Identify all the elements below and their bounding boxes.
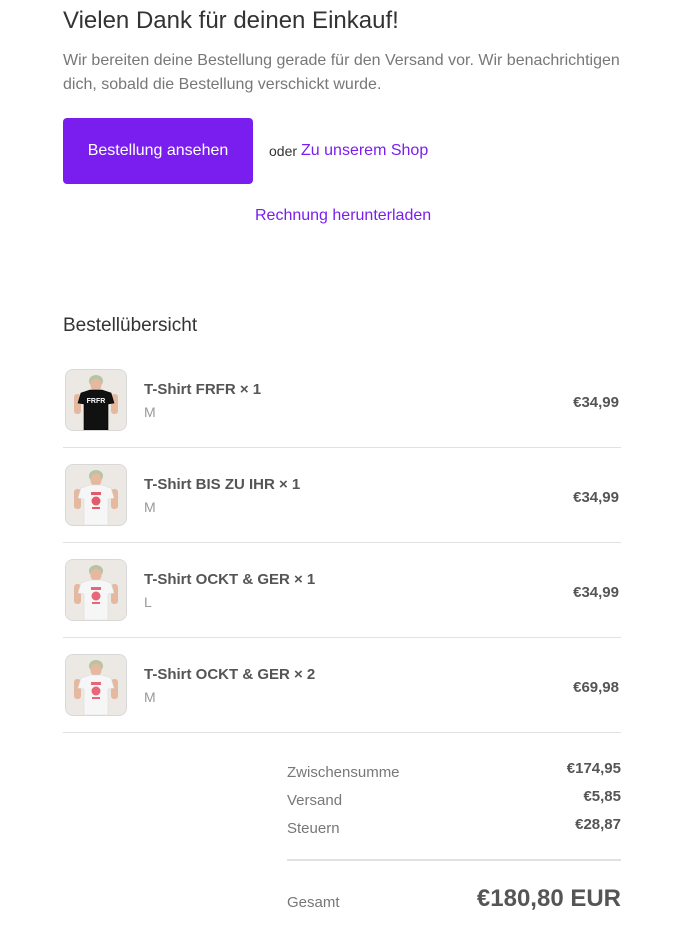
cta-row: Bestellung ansehen oder Zu unserem Shop <box>63 118 428 184</box>
product-thumbnail <box>65 654 127 716</box>
shipping-value: €5,85 <box>583 788 621 805</box>
tshirt-photo-icon <box>66 560 126 620</box>
total-label: Gesamt <box>287 894 340 911</box>
product-name: T-Shirt FRFR × 1 <box>144 381 262 398</box>
product-price: €69,98 <box>573 679 619 696</box>
taxes-row: Steuern €28,87 <box>287 814 621 842</box>
product-variant: M <box>144 499 156 515</box>
view-order-button[interactable]: Bestellung ansehen <box>63 118 253 184</box>
shipping-row: Versand €5,85 <box>287 786 621 814</box>
product-name: T-Shirt OCKT & GER × 2 <box>144 666 316 683</box>
product-price: €34,99 <box>573 489 619 506</box>
product-thumbnail <box>65 559 127 621</box>
page-title: Vielen Dank für deinen Einkauf! <box>63 7 399 34</box>
subtotal-value: €174,95 <box>566 760 621 777</box>
subtotal-label: Zwischensumme <box>287 764 400 781</box>
product-name: T-Shirt BIS ZU IHR × 1 <box>144 476 301 493</box>
tshirt-photo-icon: FRFR <box>66 370 126 430</box>
product-thumbnail <box>65 464 127 526</box>
download-invoice-link[interactable]: Rechnung herunterladen <box>255 207 431 225</box>
product-price: €34,99 <box>573 394 619 411</box>
product-price: €34,99 <box>573 584 619 601</box>
product-name: T-Shirt OCKT & GER × 1 <box>144 571 316 588</box>
product-variant: M <box>144 689 156 705</box>
order-item: FRFR T-Shirt FRFR × 1 M €34,99 <box>63 353 621 448</box>
or-text: oder <box>269 143 298 159</box>
taxes-value: €28,87 <box>575 816 621 833</box>
tshirt-photo-icon <box>66 465 126 525</box>
order-item: T-Shirt OCKT & GER × 1 L €34,99 <box>63 543 621 638</box>
order-item: T-Shirt BIS ZU IHR × 1 M €34,99 <box>63 448 621 543</box>
subtotal-row: Zwischensumme €174,95 <box>287 758 621 786</box>
product-thumbnail: FRFR <box>65 369 127 431</box>
product-variant: M <box>144 404 156 420</box>
shop-link[interactable]: Zu unserem Shop <box>301 142 428 160</box>
svg-text:FRFR: FRFR <box>87 398 106 405</box>
order-summary-title: Bestellübersicht <box>63 315 198 336</box>
totals-divider <box>287 859 621 861</box>
intro-text: Wir bereiten deine Bestellung gerade für… <box>63 52 620 93</box>
total-value: €180,80 EUR <box>476 885 621 912</box>
order-items-list: FRFR T-Shirt FRFR × 1 M €34,99 T-Shirt B… <box>63 353 621 733</box>
taxes-label: Steuern <box>287 820 340 837</box>
totals-table: Zwischensumme €174,95 Versand €5,85 Steu… <box>287 758 621 842</box>
tshirt-photo-icon <box>66 655 126 715</box>
order-item: T-Shirt OCKT & GER × 2 M €69,98 <box>63 638 621 733</box>
shipping-label: Versand <box>287 792 343 809</box>
product-variant: L <box>144 594 152 610</box>
